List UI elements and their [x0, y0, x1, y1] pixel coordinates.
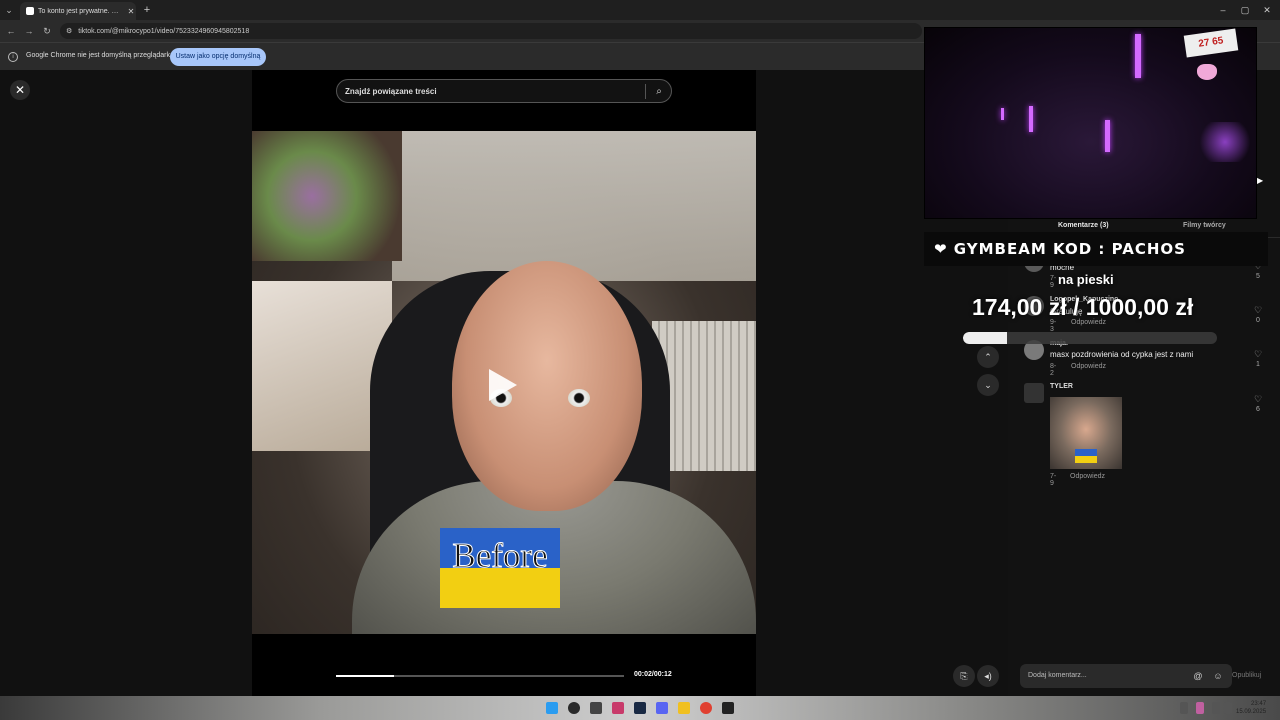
comment-placeholder: Dodaj komentarz...: [1028, 672, 1087, 679]
chrome-icon[interactable]: [700, 702, 712, 714]
steam-icon[interactable]: [634, 702, 646, 714]
infobar-message: Google Chrome nie jest domyślną przegląd…: [26, 52, 174, 59]
neon-light: [1029, 106, 1033, 132]
like-count: 6: [1256, 406, 1260, 413]
neon-light: [1105, 120, 1110, 152]
video-frame[interactable]: Before: [252, 131, 756, 634]
tab-strip: ⌄ To konto jest prywatne. Obserw ✕ + – ▢…: [0, 0, 1280, 20]
tab-close-icon[interactable]: ✕: [126, 7, 136, 16]
reply-link[interactable]: Odpowiedz: [1070, 473, 1105, 480]
previous-video-button[interactable]: ⌃: [977, 346, 999, 368]
comment-date: 7-9: [1050, 473, 1057, 487]
discord-icon[interactable]: [656, 702, 668, 714]
taskbar-clock[interactable]: 23:47 15.09.2025: [1236, 700, 1266, 716]
comment-date: 8-2: [1050, 363, 1057, 377]
publish-button[interactable]: Opublikuj: [1232, 672, 1261, 679]
heart-icon[interactable]: ♡: [1252, 349, 1264, 360]
address-bar[interactable]: ⚙ tiktok.com/@mikrocypo1/video/752332496…: [60, 23, 922, 39]
tab-comments[interactable]: Komentarze (3): [1058, 222, 1109, 229]
play-icon[interactable]: [489, 369, 517, 401]
speaker-icon[interactable]: [1224, 702, 1232, 714]
tab-creator-videos[interactable]: Filmy twórcy: [1183, 222, 1226, 229]
close-video-button[interactable]: ✕: [10, 80, 30, 100]
report-button[interactable]: ⎘: [953, 665, 975, 687]
windows-taskbar: 23:47 15.09.2025: [0, 696, 1280, 720]
sponsor-banner: ❤ GYMBEAM KOD : PACHOS: [924, 232, 1268, 266]
wall-sign: 27 65: [1183, 28, 1239, 58]
like-count: 0: [1256, 317, 1260, 324]
search-icon[interactable]: [568, 702, 580, 714]
video-time: 00:02/00:12: [634, 671, 672, 678]
related-search-bar[interactable]: Znajdź powiązane treści ⌕: [336, 79, 672, 103]
window-close-button[interactable]: ✕: [1260, 3, 1274, 17]
video-overlay-text: Before: [452, 536, 548, 576]
url-text: tiktok.com/@mikrocypo1/video/75233249609…: [78, 27, 250, 35]
next-video-button[interactable]: ⌄: [977, 374, 999, 396]
person-eye-right: [568, 389, 590, 407]
comment-date: 7-9: [1050, 275, 1057, 289]
search-icon[interactable]: ⌕: [651, 84, 667, 100]
chevron-right-icon[interactable]: ▶: [1257, 176, 1263, 185]
clock-time: 23:47: [1251, 701, 1267, 707]
comment-date: 9-3: [1050, 319, 1057, 333]
heart-icon[interactable]: ♡: [1252, 305, 1264, 316]
minimize-button[interactable]: –: [1216, 3, 1230, 17]
forward-arrow-icon[interactable]: →: [22, 24, 36, 38]
comment-text: masx pozdrowienia od cypka jest z nami: [1050, 350, 1194, 359]
video-player: Znajdź powiązane treści ⌕ Before 00:02/0…: [252, 70, 756, 696]
obs-icon[interactable]: [722, 702, 734, 714]
heart-icon[interactable]: ♡: [1252, 394, 1264, 405]
neon-light: [1135, 34, 1141, 78]
like-count: 1: [1256, 361, 1260, 368]
site-info-icon[interactable]: ⚙: [66, 27, 72, 35]
app-icon[interactable]: [612, 702, 624, 714]
neon-light: [1001, 108, 1004, 120]
tab-title: To konto jest prywatne. Obserw: [38, 7, 122, 15]
video-progress-fill: [336, 675, 394, 677]
webcam-overlay: 27 65: [924, 27, 1257, 219]
tiktok-icon: [26, 7, 34, 15]
mention-icon[interactable]: @: [1192, 670, 1204, 682]
volume-icon[interactable]: ◂): [977, 665, 999, 687]
donation-goal-title: na pieski: [1058, 272, 1114, 287]
maximize-button[interactable]: ▢: [1238, 3, 1252, 17]
emoji-icon[interactable]: ☺: [1212, 670, 1224, 682]
comment-username[interactable]: TYLER: [1050, 383, 1073, 390]
donation-goal-fill: [963, 332, 1008, 344]
new-tab-button[interactable]: +: [140, 3, 154, 17]
donation-goal-amount: 174,00 zł / 1000,00 zł: [972, 294, 1194, 320]
set-default-button[interactable]: Ustaw jako opcję domyślną: [170, 48, 266, 66]
wifi-icon[interactable]: [1212, 702, 1220, 714]
search-input[interactable]: Znajdź powiązane treści: [345, 87, 437, 96]
cat-mask-decoration: [1197, 64, 1217, 80]
file-explorer-icon[interactable]: [678, 702, 690, 714]
purple-glow: [1195, 122, 1255, 162]
comment-input[interactable]: Dodaj komentarz... @ ☺: [1020, 664, 1232, 688]
tray-chevron-icon[interactable]: [1180, 702, 1188, 714]
comment-image[interactable]: [1050, 397, 1122, 469]
avatar[interactable]: [1024, 383, 1044, 403]
reload-icon[interactable]: ↻: [40, 24, 54, 38]
ukraine-flag-sticker: [1075, 449, 1097, 463]
chrome-info-icon: i: [8, 52, 18, 62]
like-count: 5: [1256, 273, 1260, 280]
browser-tab[interactable]: To konto jest prywatne. Obserw ✕: [20, 2, 136, 20]
clock-date: 15.09.2025: [1236, 709, 1267, 715]
back-arrow-icon[interactable]: ←: [4, 24, 18, 38]
tray-app-icon[interactable]: [1196, 702, 1204, 714]
start-icon[interactable]: [546, 702, 558, 714]
flowers-background: [252, 131, 402, 261]
reply-link[interactable]: Odpowiedz: [1071, 363, 1106, 370]
curtain-background: [392, 131, 756, 281]
video-progress-bar[interactable]: [336, 675, 624, 677]
donation-goal-bar: [963, 332, 1217, 344]
search-divider: [645, 84, 646, 99]
tab-search-icon[interactable]: ⌄: [2, 3, 16, 17]
person-head: [452, 261, 642, 511]
comment-composer: Dodaj komentarz... @ ☺ Opublikuj: [1008, 664, 1280, 688]
task-view-icon[interactable]: [590, 702, 602, 714]
